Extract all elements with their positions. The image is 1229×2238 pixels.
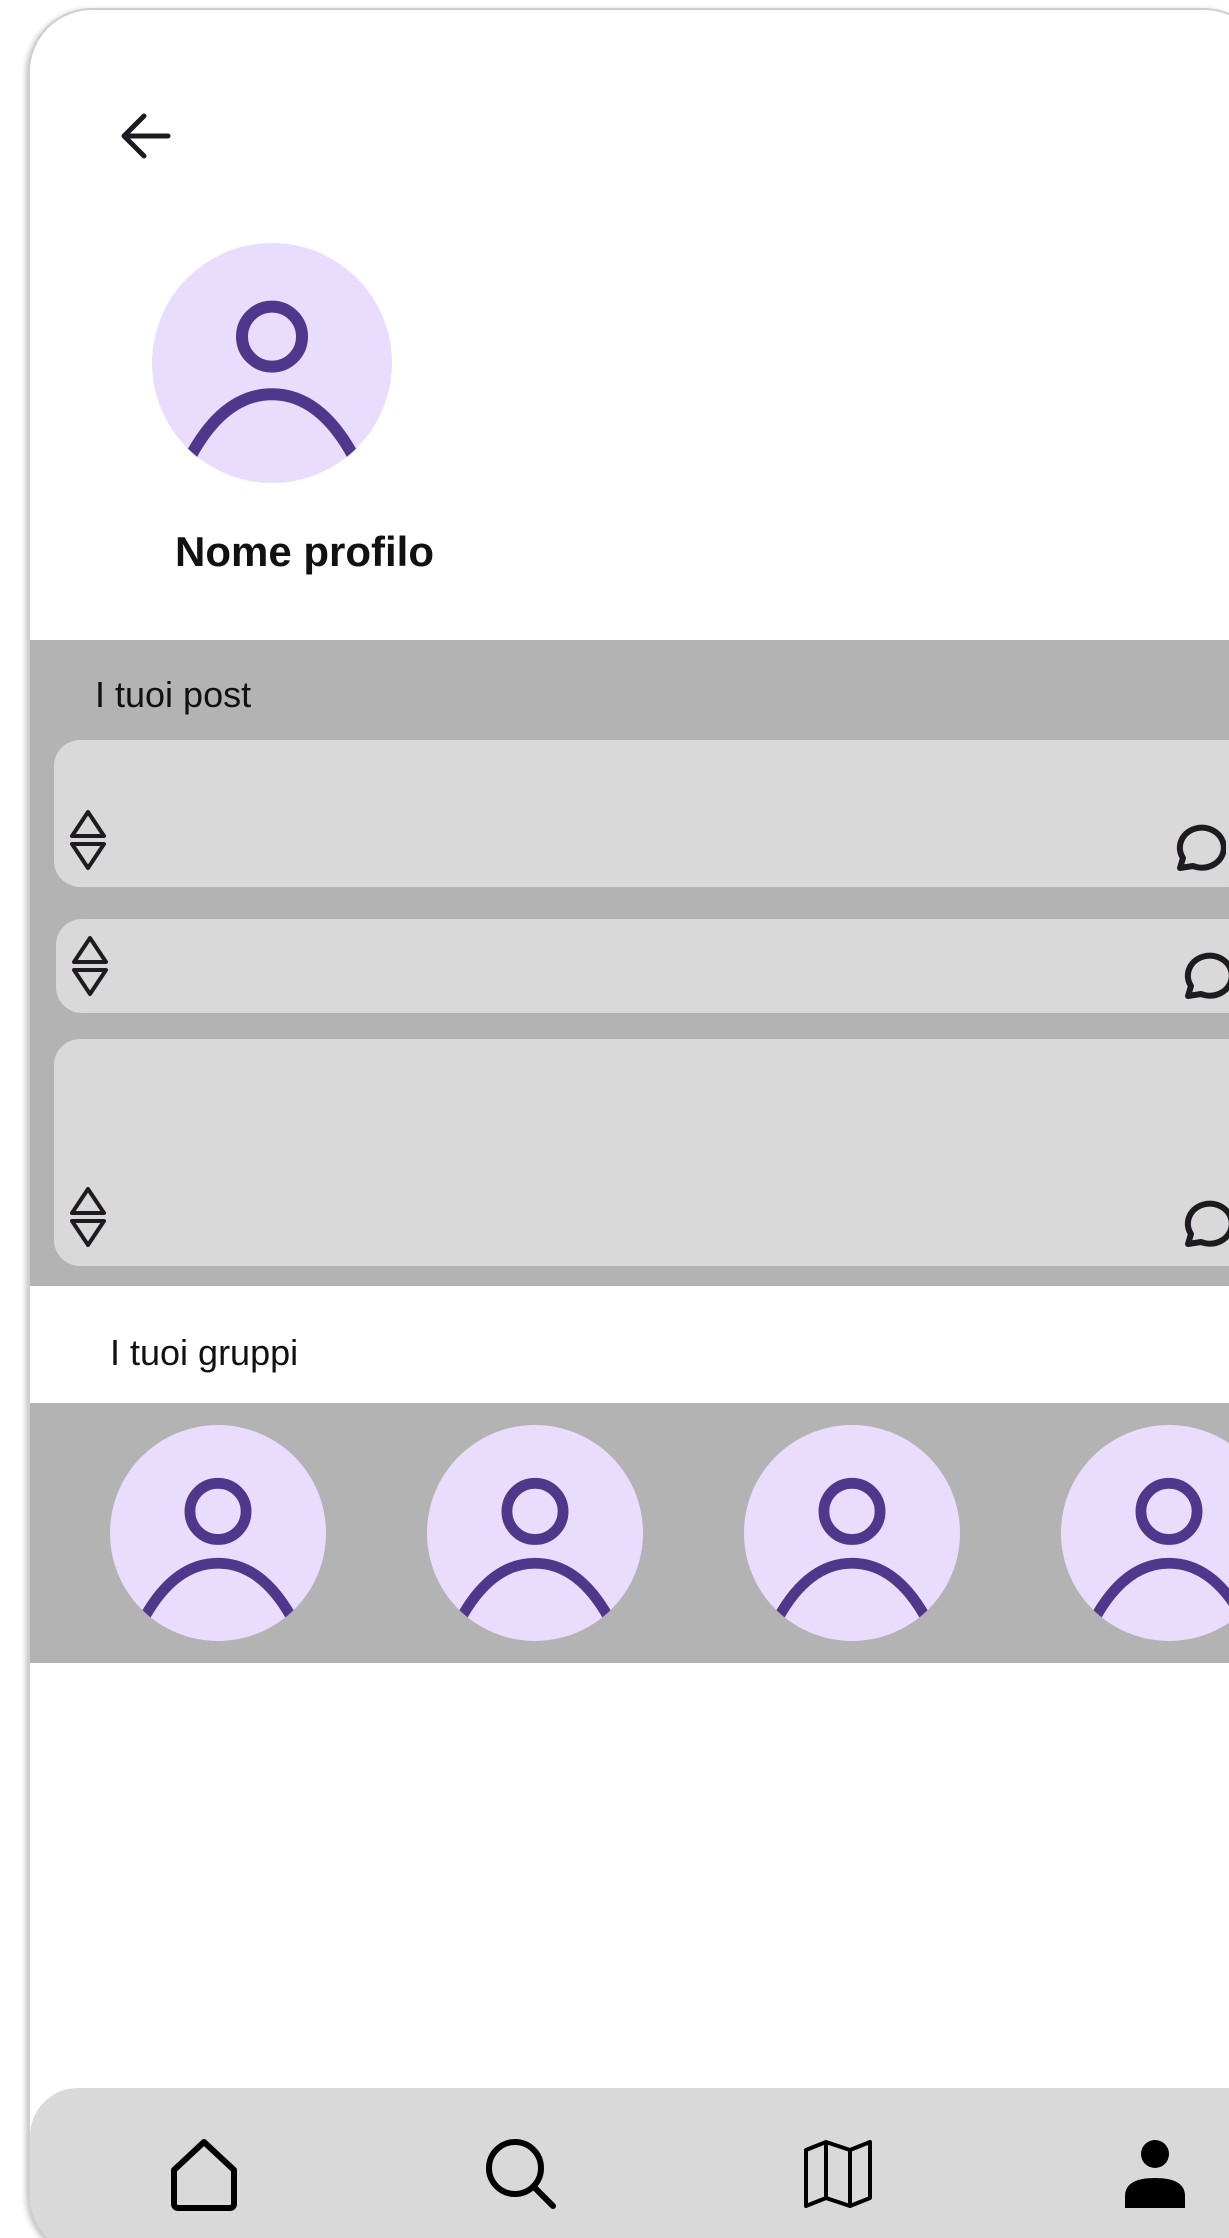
- groups-section: [30, 1403, 1229, 1663]
- group-avatar[interactable]: [744, 1425, 960, 1641]
- user-avatar-icon: [456, 1477, 614, 1620]
- comment-bubble-icon[interactable]: [1166, 818, 1226, 878]
- comment-bubble-icon[interactable]: [1174, 1194, 1229, 1254]
- user-avatar-icon: [1090, 1477, 1229, 1620]
- search-icon[interactable]: [481, 2134, 561, 2214]
- up-down-vote-icon[interactable]: [68, 934, 112, 998]
- phone-frame: Nome profilo I tuoi post I tuoi gruppi: [28, 8, 1229, 2238]
- user-avatar-icon: [773, 1477, 931, 1620]
- bottom-navigation-bar: [30, 2088, 1229, 2238]
- up-down-vote-icon[interactable]: [66, 1185, 110, 1249]
- user-avatar-icon: [185, 300, 359, 460]
- post-card[interactable]: [56, 919, 1229, 1013]
- profile-avatar[interactable]: [152, 243, 392, 483]
- comment-bubble-icon[interactable]: [1174, 946, 1229, 1006]
- user-avatar-icon: [139, 1477, 297, 1620]
- profile-name: Nome profilo: [175, 528, 434, 575]
- home-icon[interactable]: [164, 2134, 244, 2214]
- group-avatar[interactable]: [1061, 1425, 1229, 1641]
- group-avatar[interactable]: [110, 1425, 326, 1641]
- up-down-vote-icon[interactable]: [66, 808, 110, 872]
- post-card[interactable]: [54, 1039, 1229, 1266]
- posts-section-title: I tuoi post: [95, 674, 252, 715]
- profile-icon[interactable]: [1115, 2134, 1195, 2214]
- arrow-left-icon[interactable]: [114, 104, 178, 168]
- posts-section: I tuoi post: [30, 640, 1229, 1286]
- post-card[interactable]: [54, 740, 1229, 887]
- map-icon[interactable]: [798, 2134, 878, 2214]
- group-avatar[interactable]: [427, 1425, 643, 1641]
- groups-section-title: I tuoi gruppi: [110, 1332, 299, 1373]
